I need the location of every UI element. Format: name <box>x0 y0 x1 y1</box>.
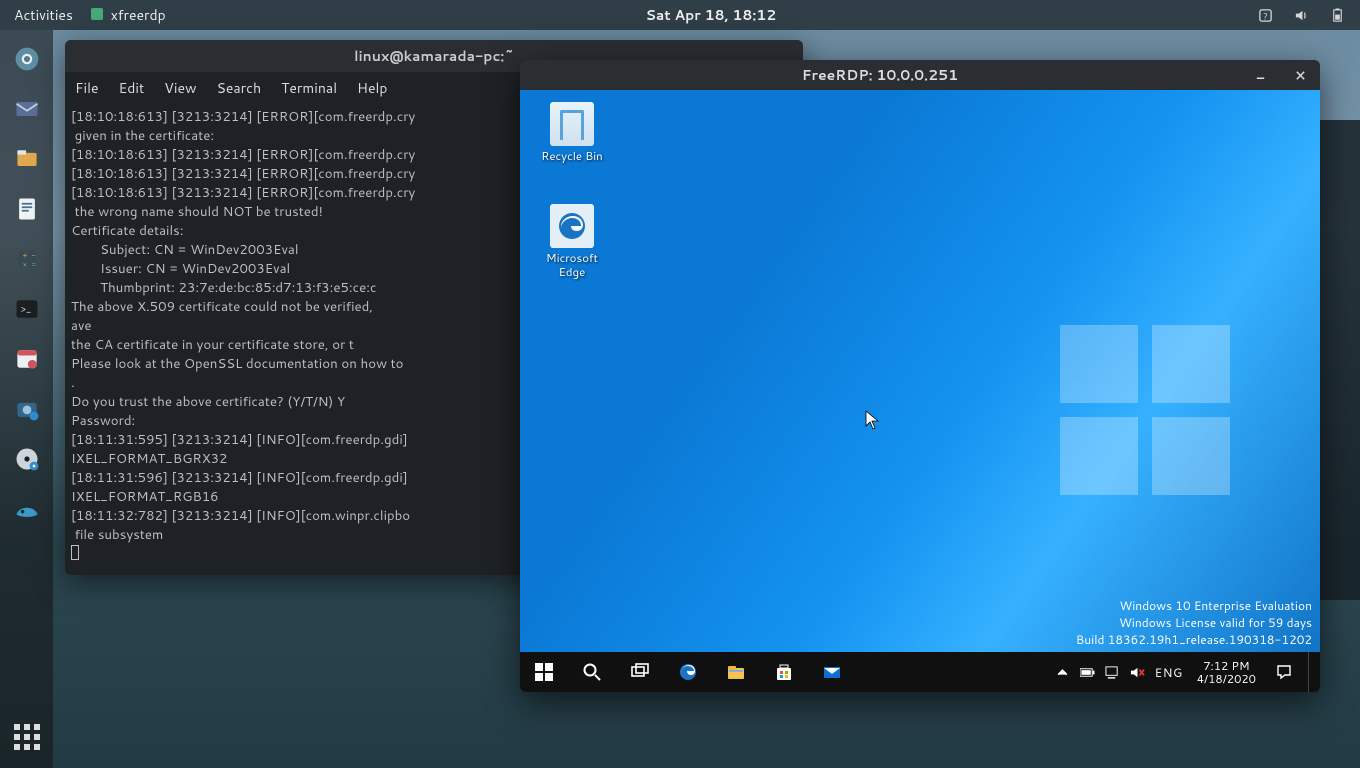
tray-language[interactable]: ENG <box>1155 664 1183 681</box>
remote-cursor-icon <box>865 410 879 436</box>
dock-calendar[interactable] <box>10 342 44 376</box>
taskbar-explorer[interactable] <box>712 652 760 692</box>
show-applications-button[interactable] <box>14 724 40 750</box>
windows-taskbar: ENG 7:12 PM 4/18/2020 <box>520 652 1320 692</box>
taskbar-store[interactable] <box>760 652 808 692</box>
recycle-bin-label: Recycle Bin <box>534 149 610 163</box>
tray-clock[interactable]: 7:12 PM 4/18/2020 <box>1193 659 1260 685</box>
search-button[interactable] <box>568 652 616 692</box>
dock-chromium[interactable] <box>10 42 44 76</box>
terminal-menu-view[interactable]: View <box>164 78 196 98</box>
activities-button[interactable]: Activities <box>14 5 73 25</box>
windows-logo-bg <box>1060 325 1230 495</box>
tray-battery-icon[interactable] <box>1080 665 1095 680</box>
gnome-topbar: Activities xfreerdp Sat Apr 18, 18:12 ? <box>0 0 1360 30</box>
action-center-button[interactable] <box>1270 664 1298 680</box>
terminal-menu-file[interactable]: File <box>75 78 99 98</box>
taskbar-edge[interactable] <box>664 652 712 692</box>
svg-text:=: = <box>31 260 36 270</box>
active-app-label: xfreerdp <box>111 5 166 25</box>
watermark-line3: Build 18362.19h1_release.190318-1202 <box>1076 631 1312 648</box>
tray-overflow-icon[interactable] <box>1055 665 1070 680</box>
xfreerdp-icon <box>91 8 103 20</box>
freerdp-window: FreeRDP: 10.0.0.251 Recycle Bin Microsof… <box>520 60 1320 692</box>
recycle-bin-icon <box>550 102 594 146</box>
svg-text:>_: >_ <box>20 303 30 317</box>
close-button[interactable] <box>1280 60 1320 90</box>
svg-text:×: × <box>22 260 26 270</box>
start-button[interactable] <box>520 652 568 692</box>
terminal-menu-search[interactable]: Search <box>217 78 262 98</box>
show-desktop-button[interactable] <box>1308 652 1314 692</box>
topbar-clock[interactable]: Sat Apr 18, 18:12 <box>180 5 1242 25</box>
terminal-text: [18:10:18:613] [3213:3214] [ERROR][com.f… <box>71 107 415 544</box>
taskbar-mail[interactable] <box>808 652 856 692</box>
dock-files[interactable] <box>10 142 44 176</box>
dock-disc[interactable] <box>10 442 44 476</box>
gnome-dock: +−×= >_ <box>0 30 53 768</box>
watermark-line2: Windows License valid for 59 days <box>1076 614 1312 631</box>
edge-label: Microsoft Edge <box>534 251 610 279</box>
dock-screenshot[interactable] <box>10 392 44 426</box>
dock-mail[interactable] <box>10 92 44 126</box>
battery-icon[interactable] <box>1328 6 1346 24</box>
windows-watermark: Windows 10 Enterprise Evaluation Windows… <box>1076 597 1312 648</box>
terminal-menu-terminal[interactable]: Terminal <box>281 78 337 98</box>
dock-text-editor[interactable] <box>10 192 44 226</box>
dock-calculator[interactable]: +−×= <box>10 242 44 276</box>
terminal-cursor <box>71 545 79 560</box>
dock-terminal[interactable]: >_ <box>10 292 44 326</box>
dock-shark[interactable] <box>10 492 44 526</box>
terminal-menu-help[interactable]: Help <box>357 78 387 98</box>
tray-network-icon[interactable] <box>1105 665 1120 680</box>
terminal-menu-edit[interactable]: Edit <box>119 78 145 98</box>
desktop-icon-recycle-bin[interactable]: Recycle Bin <box>534 102 610 163</box>
edge-icon <box>550 204 594 248</box>
help-icon[interactable]: ? <box>1256 6 1274 24</box>
volume-icon[interactable] <box>1292 6 1310 24</box>
task-view-button[interactable] <box>616 652 664 692</box>
active-app-indicator[interactable]: xfreerdp <box>91 5 166 25</box>
remote-desktop[interactable]: Recycle Bin Microsoft Edge Windows 10 En… <box>520 90 1320 692</box>
tray-date: 4/18/2020 <box>1197 672 1256 685</box>
tray-volume-muted-icon[interactable] <box>1130 665 1145 680</box>
freerdp-title-label: FreeRDP: 10.0.0.251 <box>520 65 1240 85</box>
minimize-button[interactable] <box>1240 60 1280 90</box>
system-tray: ENG 7:12 PM 4/18/2020 <box>1049 652 1320 692</box>
freerdp-titlebar[interactable]: FreeRDP: 10.0.0.251 <box>520 60 1320 90</box>
watermark-line1: Windows 10 Enterprise Evaluation <box>1076 597 1312 614</box>
svg-text:?: ? <box>1263 10 1268 23</box>
desktop-icon-edge[interactable]: Microsoft Edge <box>534 204 610 279</box>
